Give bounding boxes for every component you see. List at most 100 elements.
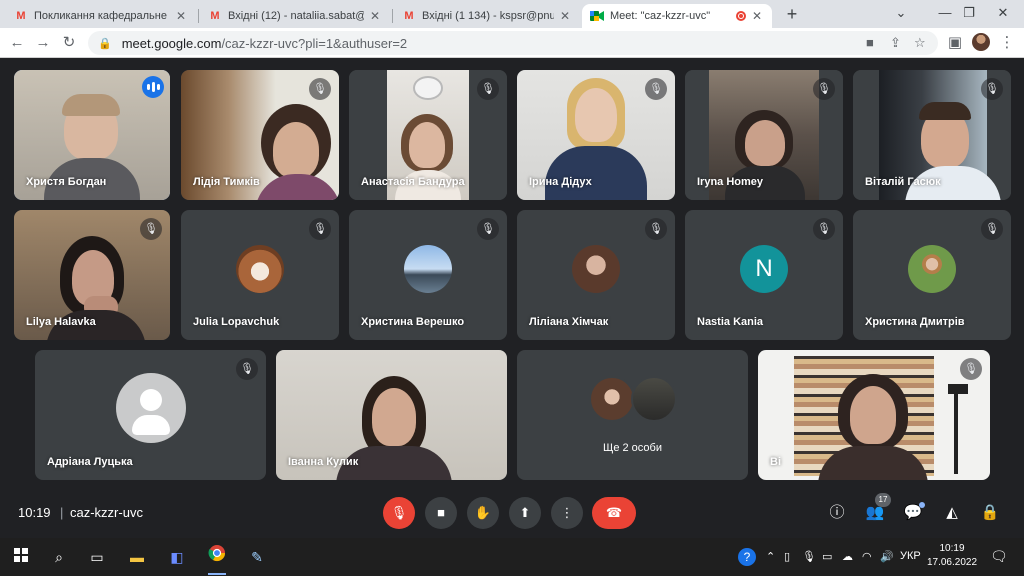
app-icon[interactable]: ✎ bbox=[244, 544, 270, 570]
mic-off-icon: 🎙 bbox=[645, 78, 667, 100]
close-tab-icon[interactable]: ✕ bbox=[174, 9, 188, 23]
mic-off-icon: 🎙 bbox=[813, 218, 835, 240]
participant-tile[interactable]: 🎙 Христина Дмитрів bbox=[853, 210, 1011, 340]
help-icon[interactable]: ? bbox=[738, 548, 756, 566]
letter-avatar: N bbox=[740, 245, 788, 293]
others-tile[interactable]: Ще 2 особи bbox=[517, 350, 748, 480]
meeting-details-icon[interactable]: ⓘ bbox=[825, 501, 849, 525]
close-tab-icon[interactable]: ✕ bbox=[750, 9, 764, 23]
raise-hand-button[interactable]: ✋ bbox=[467, 497, 499, 529]
tab-gmail-2[interactable]: M Вхідні (12) - nataliia.sabat@pnu.e ✕ bbox=[200, 4, 390, 28]
participant-count-badge: 17 bbox=[875, 493, 891, 507]
participant-tile[interactable]: 🎙 Анастасія Бандура bbox=[349, 70, 507, 200]
tab-gmail-1[interactable]: M Покликання кафедральне - nata ✕ bbox=[6, 4, 196, 28]
profile-avatar[interactable] bbox=[972, 33, 990, 51]
side-panel-icon[interactable]: ▣ bbox=[944, 32, 966, 54]
forward-icon[interactable]: → bbox=[32, 32, 54, 54]
chat-icon[interactable]: 💬 bbox=[901, 501, 925, 525]
mic-off-icon: 🎙 bbox=[309, 78, 331, 100]
participant-name: Христя Богдан bbox=[26, 176, 107, 188]
tab-meet[interactable]: Meet: "caz-kzzr-uvc" ✕ bbox=[582, 4, 772, 28]
present-screen-icon: ⬆ bbox=[519, 505, 531, 520]
notifications-icon[interactable]: 🗨 bbox=[990, 548, 1008, 565]
participant-tile[interactable]: 🎙 Ліліана Хімчак bbox=[517, 210, 675, 340]
speaking-indicator-icon bbox=[142, 76, 164, 98]
participant-tile[interactable]: 🎙 Ві bbox=[758, 350, 990, 480]
more-vert-icon: ⋮ bbox=[560, 505, 574, 520]
tab-separator bbox=[392, 9, 393, 23]
participant-name: Ліліана Хімчак bbox=[529, 316, 609, 328]
url-path: /caz-kzzr-uvc?pli=1&authuser=2 bbox=[221, 35, 408, 51]
separator: | bbox=[60, 505, 64, 520]
meeting-controls-bar: 10:19 | caz-kzzr-uvc 🎙 ■ ✋ ⬆ ⋮ ☎ ⓘ 👥 17 💬… bbox=[0, 488, 1024, 538]
gmail-icon: M bbox=[404, 10, 414, 22]
participant-tile[interactable]: 🎙 Лідія Тимків bbox=[181, 70, 339, 200]
microphone-tray-icon[interactable]: 🎙 bbox=[802, 550, 816, 563]
participant-name: Ірина Дідух bbox=[529, 176, 592, 188]
back-icon[interactable]: ← bbox=[6, 32, 28, 54]
participant-tile[interactable]: 🎙 Віталій Гасюк bbox=[853, 70, 1011, 200]
reload-icon[interactable]: ↻ bbox=[58, 32, 80, 54]
cloud-icon[interactable]: ☁ bbox=[842, 550, 853, 563]
photo-avatar bbox=[908, 245, 956, 293]
participant-tile[interactable]: N 🎙 Nastia Kania bbox=[685, 210, 843, 340]
present-button[interactable]: ⬆ bbox=[509, 497, 541, 529]
participant-tile[interactable]: 🎙 Ірина Дідух bbox=[517, 70, 675, 200]
participant-tile[interactable]: 🎙 Iryna Homey bbox=[685, 70, 843, 200]
tab-search-icon[interactable]: ⌄ bbox=[878, 0, 924, 28]
host-controls-icon[interactable]: 🔒 bbox=[978, 501, 1002, 525]
tab-separator bbox=[198, 9, 199, 23]
bookmark-star-icon[interactable]: ☆ bbox=[914, 31, 926, 55]
mic-toggle-button[interactable]: 🎙 bbox=[383, 497, 415, 529]
participant-name: Ві bbox=[770, 456, 781, 468]
default-avatar-icon bbox=[115, 373, 186, 443]
participant-tile[interactable]: Христя Богдан bbox=[14, 70, 170, 200]
lock-icon[interactable]: 🔒 bbox=[98, 37, 112, 50]
participant-name: Nastia Kania bbox=[697, 316, 764, 328]
leave-call-button[interactable]: ☎ bbox=[592, 497, 636, 529]
tab-title: Meet: "caz-kzzr-uvc" bbox=[610, 10, 711, 22]
participant-name: Адріана Луцька bbox=[47, 456, 133, 468]
mic-off-icon: 🎙 bbox=[960, 358, 982, 380]
gmail-icon: M bbox=[16, 10, 26, 22]
participant-tile[interactable]: 🎙 Адріана Луцька bbox=[35, 350, 266, 480]
url-host: meet.google.com bbox=[121, 35, 222, 51]
clock-time: 10:19 bbox=[939, 543, 965, 554]
dog-avatar bbox=[236, 245, 284, 293]
close-window-icon[interactable]: ✕ bbox=[980, 0, 1024, 28]
battery-icon[interactable]: ▭ bbox=[822, 550, 832, 563]
windows-taskbar: ⌕ ▭ ▬ ◧ ✎ ? ⌃ ▯ 🎙 ▭ ☁ ◠ 🔊 УКР 10:19 17.0… bbox=[0, 538, 1024, 576]
volume-icon[interactable]: 🔊 bbox=[880, 550, 894, 563]
chrome-icon[interactable] bbox=[204, 544, 230, 575]
participant-tile[interactable]: Іванна Кулик bbox=[276, 350, 507, 480]
people-icon[interactable]: 👥 17 bbox=[863, 493, 891, 525]
mic-off-icon: 🎙 bbox=[813, 78, 835, 100]
show-hidden-icons-icon[interactable]: ⌃ bbox=[766, 550, 775, 563]
address-bar[interactable]: 🔒 meet.google.com/caz-kzzr-uvc?pli=1&aut… bbox=[88, 31, 938, 55]
camera-toggle-button[interactable]: ■ bbox=[425, 497, 457, 529]
task-view-icon[interactable]: ▭ bbox=[84, 544, 110, 570]
windows-start-icon[interactable] bbox=[8, 544, 34, 570]
tab-gmail-3[interactable]: M Вхідні (1 134) - kspsr@pnu.edu.u ✕ bbox=[394, 4, 580, 28]
participant-tile[interactable]: 🎙 Lilya Halavka bbox=[14, 210, 170, 340]
more-options-button[interactable]: ⋮ bbox=[551, 497, 583, 529]
device-icon[interactable]: ▯ bbox=[784, 550, 790, 563]
file-explorer-icon[interactable]: ▬ bbox=[124, 544, 150, 570]
participant-tile[interactable]: 🎙 Julia Lopavchuk bbox=[181, 210, 339, 340]
wifi-icon[interactable]: ◠ bbox=[862, 550, 872, 563]
clock-date: 17.06.2022 bbox=[926, 557, 978, 568]
new-tab-icon[interactable]: + bbox=[782, 4, 802, 24]
language-indicator[interactable]: УКР bbox=[900, 550, 921, 562]
participant-name: Христина Верешко bbox=[361, 316, 465, 328]
participant-name: Віталій Гасюк bbox=[865, 176, 941, 188]
participant-tile[interactable]: 🎙 Христина Верешко bbox=[349, 210, 507, 340]
teams-icon[interactable]: ◧ bbox=[164, 544, 190, 570]
close-tab-icon[interactable]: ✕ bbox=[368, 9, 382, 23]
activities-icon[interactable]: ◭ bbox=[940, 501, 964, 525]
taskbar-clock[interactable]: 10:19 17.06.2022 bbox=[922, 542, 982, 570]
share-icon[interactable]: ⇪ bbox=[890, 31, 901, 55]
camera-icon[interactable]: ■ bbox=[866, 31, 874, 55]
menu-icon[interactable]: ⋮ bbox=[996, 32, 1018, 54]
close-tab-icon[interactable]: ✕ bbox=[558, 9, 572, 23]
search-icon[interactable]: ⌕ bbox=[46, 544, 72, 570]
